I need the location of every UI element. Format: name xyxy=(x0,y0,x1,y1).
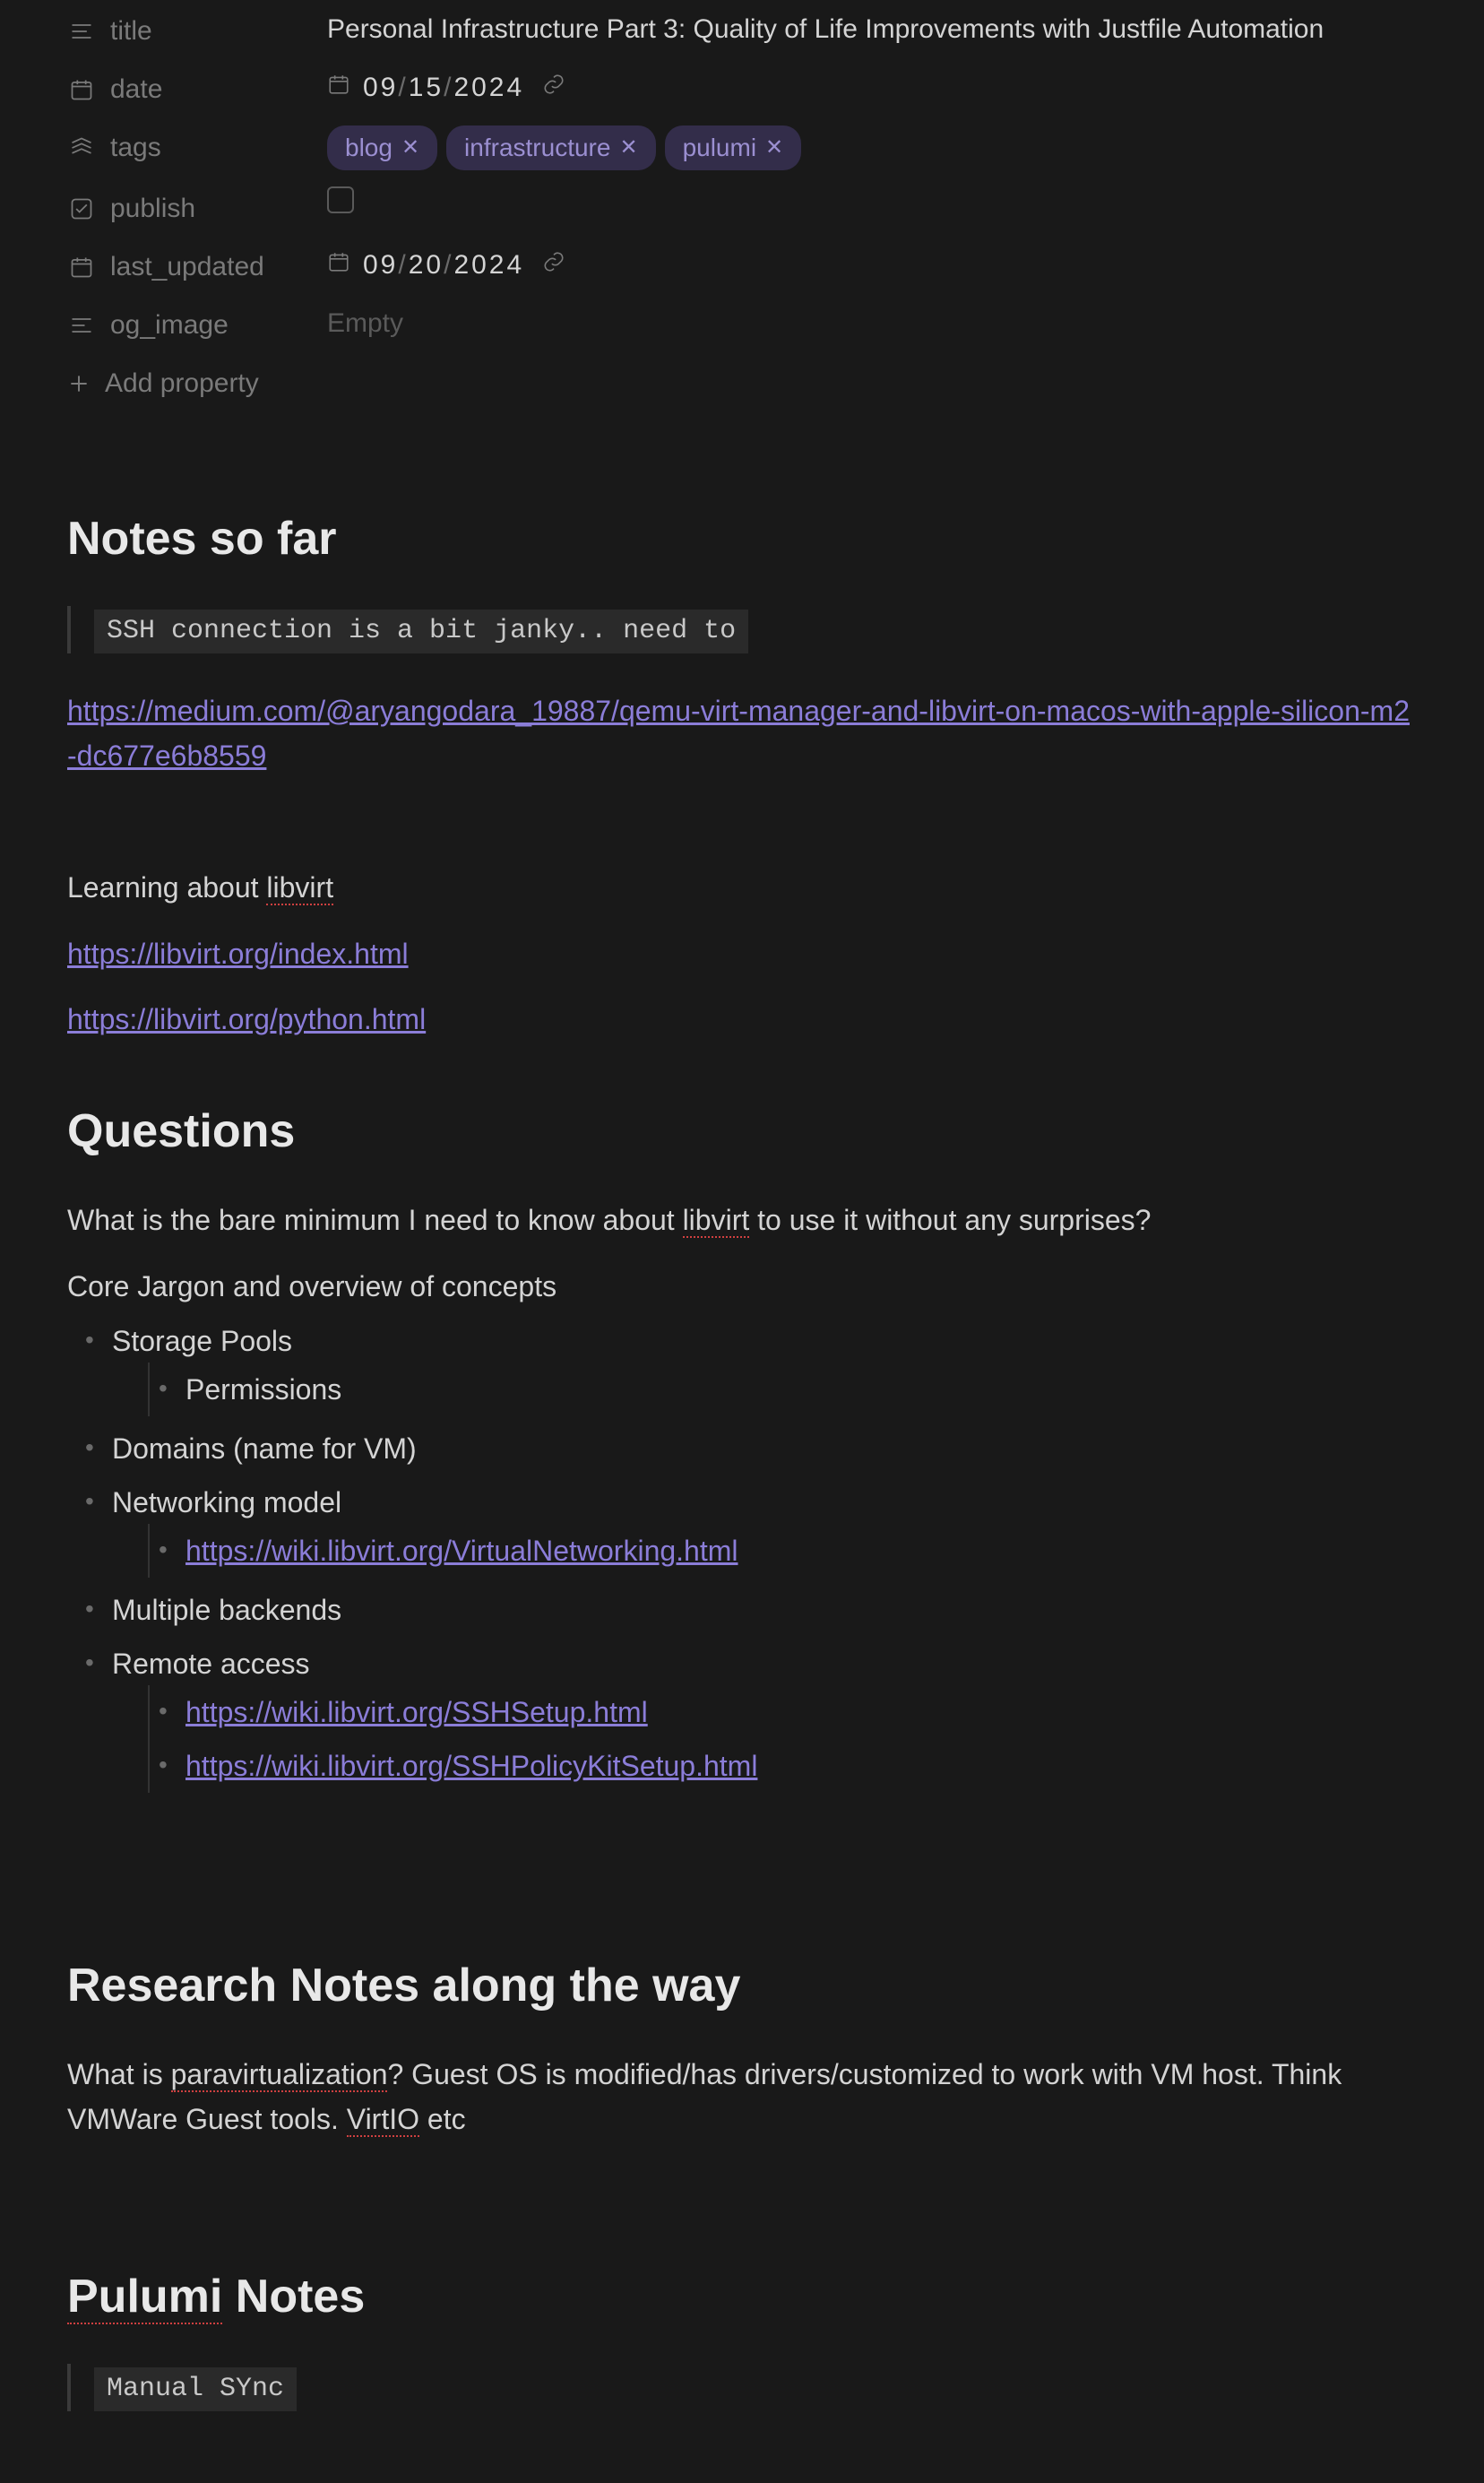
tag-blog[interactable]: blog✕ xyxy=(327,125,437,170)
bullet-list-core: Storage Pools Permissions Domains (name … xyxy=(85,1314,1417,1798)
heading-pulumi[interactable]: Pulumi Notes xyxy=(67,2262,1417,2332)
bullet-text: Domains (name for VM) xyxy=(112,1432,417,1465)
bullet-text: Remote access xyxy=(112,1648,310,1680)
link-libvirt-index[interactable]: https://libvirt.org/index.html xyxy=(67,938,409,970)
property-row-tags: tags blog✕ infrastructure✕ pulumi✕ xyxy=(67,117,1417,177)
property-row-og-image: og_image Empty xyxy=(67,294,1417,352)
paragraph-link-libvirt-index[interactable]: https://libvirt.org/index.html xyxy=(67,932,1417,977)
spellcheck-word: libvirt xyxy=(683,1204,750,1238)
spellcheck-word: libvirt xyxy=(266,871,333,905)
bullet-text: Networking model xyxy=(112,1486,341,1518)
property-name: publish xyxy=(110,188,195,229)
paragraph-core-jargon[interactable]: Core Jargon and overview of concepts xyxy=(67,1265,1417,1310)
paragraph-research[interactable]: What is paravirtualization? Guest OS is … xyxy=(67,2053,1417,2141)
text: Notes xyxy=(222,2271,365,2323)
checkbox-icon xyxy=(67,195,96,223)
property-label-tags[interactable]: tags xyxy=(67,124,327,168)
text: Learning about xyxy=(67,871,266,904)
property-label-publish[interactable]: publish xyxy=(67,185,327,229)
link-ssh-setup[interactable]: https://wiki.libvirt.org/SSHSetup.html xyxy=(186,1696,648,1728)
text-icon xyxy=(67,17,96,46)
list-item[interactable]: https://wiki.libvirt.org/VirtualNetworki… xyxy=(159,1524,1417,1578)
property-row-date: date 09/15/2024 xyxy=(67,58,1417,117)
bullet-text: Storage Pools xyxy=(112,1325,292,1357)
add-property-label: Add property xyxy=(105,363,259,403)
spellcheck-word: paravirtualization xyxy=(171,2058,388,2092)
property-name: date xyxy=(110,69,162,109)
list-item[interactable]: Domains (name for VM) xyxy=(85,1422,1417,1475)
property-value-publish xyxy=(327,185,1417,213)
calendar-icon xyxy=(67,75,96,104)
heading-research[interactable]: Research Notes along the way xyxy=(67,1951,1417,2020)
list-item[interactable]: Permissions xyxy=(159,1363,1417,1416)
publish-checkbox[interactable] xyxy=(327,186,354,213)
code-block-manual-sync[interactable]: Manual SYnc xyxy=(67,2364,1417,2411)
text: What is the bare minimum I need to know … xyxy=(67,1204,683,1236)
paragraph-link-medium[interactable]: https://medium.com/@aryangodara_19887/qe… xyxy=(67,689,1417,778)
list-item[interactable]: Multiple backends xyxy=(85,1583,1417,1637)
property-row-title: title Personal Infrastructure Part 3: Qu… xyxy=(67,0,1417,58)
link-libvirt-python[interactable]: https://libvirt.org/python.html xyxy=(67,1003,426,1035)
code-text: SSH connection is a bit janky.. need to xyxy=(94,610,748,653)
paragraph-link-libvirt-python[interactable]: https://libvirt.org/python.html xyxy=(67,998,1417,1043)
link-icon[interactable] xyxy=(537,245,565,285)
property-row-publish: publish xyxy=(67,177,1417,236)
text: to use it without any surprises? xyxy=(749,1204,1151,1236)
calendar-icon xyxy=(67,253,96,281)
spellcheck-word: VirtIO xyxy=(347,2103,419,2137)
text: etc xyxy=(419,2103,466,2135)
property-label-date[interactable]: date xyxy=(67,65,327,109)
close-icon[interactable]: ✕ xyxy=(401,132,419,164)
close-icon[interactable]: ✕ xyxy=(619,132,637,164)
link-medium[interactable]: https://medium.com/@aryangodara_19887/qe… xyxy=(67,695,1410,772)
property-name: title xyxy=(110,11,152,51)
link-ssh-policykit[interactable]: https://wiki.libvirt.org/SSHPolicyKitSet… xyxy=(186,1750,757,1782)
tag-label: pulumi xyxy=(683,129,756,167)
spellcheck-word: Pulumi xyxy=(67,2271,222,2324)
property-value-last-updated[interactable]: 09/20/2024 xyxy=(327,243,1417,285)
list-item[interactable]: https://wiki.libvirt.org/SSHPolicyKitSet… xyxy=(159,1739,1417,1793)
list-item[interactable]: Networking model https://wiki.libvirt.or… xyxy=(85,1475,1417,1583)
tags-icon xyxy=(67,134,96,162)
code-block-ssh[interactable]: SSH connection is a bit janky.. need to xyxy=(67,606,1417,653)
date-text: 09/20/2024 xyxy=(363,245,524,285)
paragraph-learning[interactable]: Learning about libvirt xyxy=(67,866,1417,911)
calendar-small-icon xyxy=(327,245,350,285)
property-name: og_image xyxy=(110,305,229,345)
date-text: 09/15/2024 xyxy=(363,67,524,108)
property-label-last-updated[interactable]: last_updated xyxy=(67,243,327,287)
property-value-date[interactable]: 09/15/2024 xyxy=(327,65,1417,108)
property-row-last-updated: last_updated 09/20/2024 xyxy=(67,236,1417,294)
link-virtual-networking[interactable]: https://wiki.libvirt.org/VirtualNetworki… xyxy=(186,1535,738,1567)
tag-pulumi[interactable]: pulumi ✕ xyxy=(665,125,802,170)
list-item[interactable]: https://wiki.libvirt.org/SSHSetup.html xyxy=(159,1685,1417,1739)
tag-infrastructure[interactable]: infrastructure ✕ xyxy=(446,125,656,170)
heading-notes[interactable]: Notes so far xyxy=(67,504,1417,574)
bullet-text: Permissions xyxy=(186,1373,341,1406)
properties-panel: title Personal Infrastructure Part 3: Qu… xyxy=(67,0,1417,414)
property-value-title[interactable]: Personal Infrastructure Part 3: Quality … xyxy=(327,7,1417,49)
tag-label: blog xyxy=(345,129,393,167)
heading-questions[interactable]: Questions xyxy=(67,1096,1417,1166)
list-item[interactable]: Remote access https://wiki.libvirt.org/S… xyxy=(85,1637,1417,1798)
property-name: last_updated xyxy=(110,247,264,287)
list-item[interactable]: Storage Pools Permissions xyxy=(85,1314,1417,1422)
text-icon xyxy=(67,311,96,340)
property-label-og-image[interactable]: og_image xyxy=(67,301,327,345)
tag-label: infrastructure xyxy=(464,129,610,167)
calendar-small-icon xyxy=(327,67,350,108)
property-value-og-image[interactable]: Empty xyxy=(327,301,1417,343)
paragraph-question-1[interactable]: What is the bare minimum I need to know … xyxy=(67,1198,1417,1243)
code-text: Manual SYnc xyxy=(94,2367,297,2411)
add-property-button[interactable]: Add property xyxy=(67,352,1417,414)
bullet-text: Multiple backends xyxy=(112,1594,341,1626)
close-icon[interactable]: ✕ xyxy=(765,132,783,164)
property-name: tags xyxy=(110,127,161,168)
property-label-title[interactable]: title xyxy=(67,7,327,51)
text: What is xyxy=(67,2058,171,2090)
property-value-tags[interactable]: blog✕ infrastructure✕ pulumi✕ xyxy=(327,124,1417,170)
link-icon[interactable] xyxy=(537,67,565,108)
